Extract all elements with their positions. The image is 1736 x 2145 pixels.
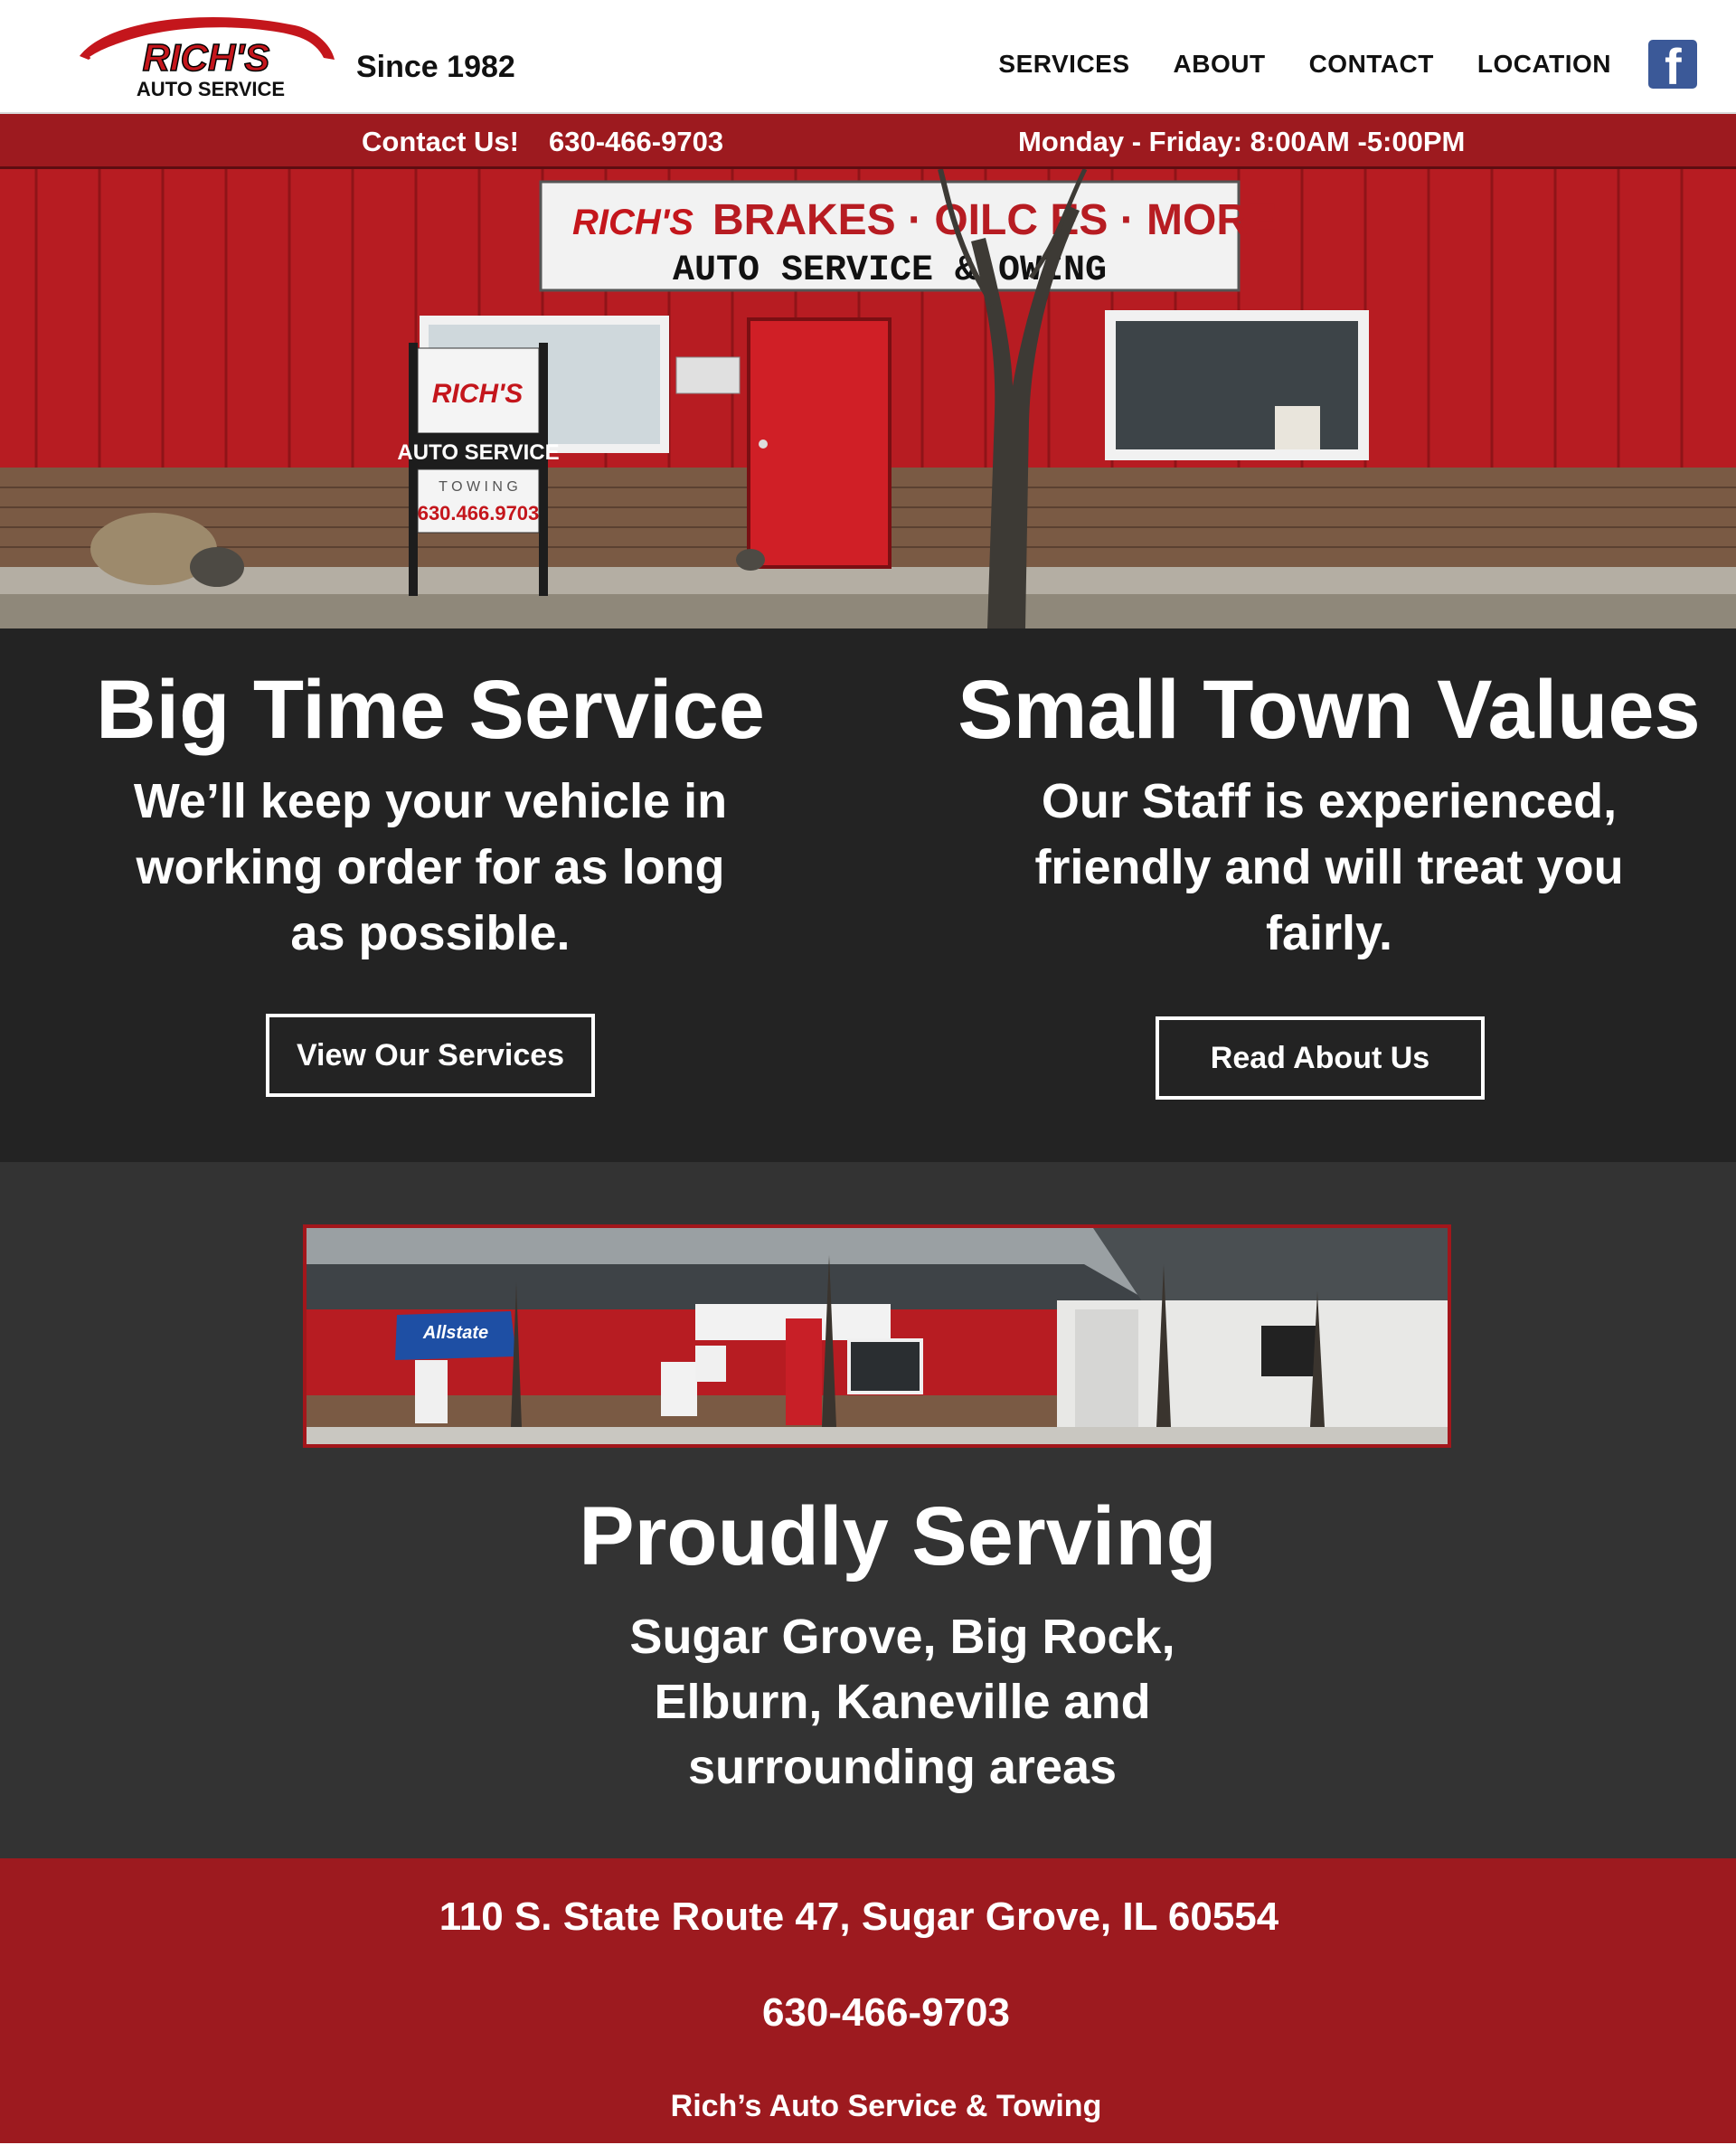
yard-sign-towing: T O W I N G [439,479,518,495]
big-time-service-block: Big Time Service We’ll keep your vehicle… [0,628,861,1097]
main-nav: SERVICES ABOUT CONTACT LOCATION [998,50,1611,79]
footer-business-name: Rich’s Auto Service & Towing [670,2089,1102,2123]
header-phone[interactable]: 630-466-9703 [549,126,723,158]
service-area-line: Elburn, Kaneville and [654,1674,1151,1729]
nav-about[interactable]: ABOUT [1174,50,1266,79]
logo-sub-text: AUTO SERVICE [137,78,285,100]
small-town-values-block: Small Town Values Our Staff is experienc… [904,628,1736,1100]
small-town-values-text: Our Staff is experienced, friendly and w… [1034,774,1624,960]
read-about-us-button[interactable]: Read About Us [1156,1016,1485,1100]
facebook-icon[interactable]: f [1648,40,1697,92]
footer-phone[interactable]: 630-466-9703 [0,1990,1736,2036]
hero-sign-line1: BRAKES · OILC ES · MORE [712,196,1277,244]
site-footer: 110 S. State Route 47, Sugar Grove, IL 6… [0,1858,1736,2143]
contact-label[interactable]: Contact Us! [362,126,519,158]
proudly-serving-title: Proudly Serving [579,1490,1217,1583]
tagline-section: Big Time Service We’ll keep your vehicle… [0,628,1736,1162]
site-header: RICH'S AUTO SERVICE Since 1982 SERVICES … [0,0,1736,114]
big-time-service-title: Big Time Service [96,664,765,756]
hero-sign-brand: RICH'S [572,203,693,242]
info-bar: Contact Us! 630-466-9703 Monday - Friday… [0,114,1736,169]
big-time-service-text: We’ll keep your vehicle in working order… [133,774,728,960]
service-area-line: surrounding areas [687,1739,1118,1794]
nav-location[interactable]: LOCATION [1477,50,1611,79]
footer-address[interactable]: 110 S. State Route 47, Sugar Grove, IL 6… [0,1895,1718,1940]
small-town-values-title: Small Town Values [958,664,1701,756]
logo-brand-text: RICH'S [143,36,270,79]
service-area-line: Sugar Grove, Big Rock, [629,1610,1175,1664]
shop-exterior-photo: Allstate [303,1224,1451,1448]
since-year: Since 1982 [356,50,515,84]
service-area-section: Allstate Proudly Serving Sugar Grove, Bi… [0,1162,1736,1858]
yard-sign-brand: RICH'S [432,379,523,409]
view-services-button[interactable]: View Our Services [266,1014,595,1097]
yard-sign-phone: 630.466.9703 [418,502,540,524]
nav-services[interactable]: SERVICES [998,50,1129,79]
site-logo[interactable]: RICH'S AUTO SERVICE [71,13,338,101]
business-hours: Monday - Friday: 8:00AM -5:00PM [1018,126,1466,157]
nav-contact[interactable]: CONTACT [1309,50,1434,79]
service-areas: Sugar Grove, Big Rock, Elburn, Kaneville… [0,1605,1736,1800]
yard-sign-service: AUTO SERVICE [397,440,559,465]
hero-photo: RICH'S BRAKES · OILC ES · MORE AUTO SERV… [0,169,1736,628]
awning-text: Allstate [422,1323,488,1343]
